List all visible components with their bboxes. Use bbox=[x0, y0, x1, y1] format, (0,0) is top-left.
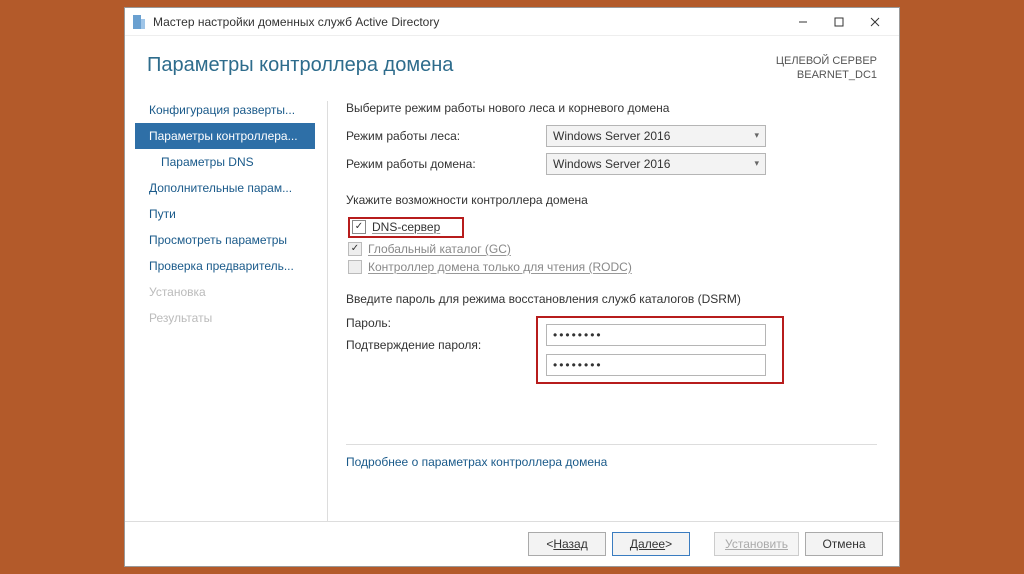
rodc-label: Контроллер домена только для чтения (ROD… bbox=[368, 260, 632, 274]
sidebar-item-prereq[interactable]: Проверка предваритель... bbox=[135, 253, 315, 279]
sidebar-item-additional[interactable]: Дополнительные парам... bbox=[135, 175, 315, 201]
pw-intro: Введите пароль для режима восстановления… bbox=[346, 292, 877, 306]
dns-highlight: DNS-сервер bbox=[348, 217, 464, 238]
next-button[interactable]: Далее > bbox=[612, 532, 690, 556]
sidebar-item-review[interactable]: Просмотреть параметры bbox=[135, 227, 315, 253]
password-confirm-label: Подтверждение пароля: bbox=[346, 338, 546, 352]
close-button[interactable] bbox=[857, 8, 893, 36]
dns-checkbox[interactable] bbox=[352, 220, 366, 234]
rodc-checkbox bbox=[348, 260, 362, 274]
sidebar-item-results: Результаты bbox=[135, 305, 315, 331]
footer: < Назад Далее > Установить Отмена bbox=[125, 521, 899, 566]
gc-label: Глобальный каталог (GC) bbox=[368, 242, 511, 256]
gc-checkbox bbox=[348, 242, 362, 256]
window-title: Мастер настройки доменных служб Active D… bbox=[153, 15, 785, 29]
page-title: Параметры контроллера домена bbox=[147, 54, 453, 77]
password-label: Пароль: bbox=[346, 316, 546, 330]
minimize-button[interactable] bbox=[785, 8, 821, 36]
back-button[interactable]: < Назад bbox=[528, 532, 606, 556]
cancel-button[interactable]: Отмена bbox=[805, 532, 883, 556]
body: Конфигурация разверты... Параметры контр… bbox=[125, 93, 899, 521]
sidebar-item-controller-params[interactable]: Параметры контроллера... bbox=[135, 123, 315, 149]
forest-mode-value: Windows Server 2016 bbox=[553, 129, 670, 143]
target-server-box: ЦЕЛЕВОЙ СЕРВЕР BEARNET_DC1 bbox=[776, 54, 877, 83]
sidebar-item-deployment[interactable]: Конфигурация разверты... bbox=[135, 97, 315, 123]
domain-mode-value: Windows Server 2016 bbox=[553, 157, 670, 171]
target-label: ЦЕЛЕВОЙ СЕРВЕР bbox=[776, 54, 877, 68]
password-input[interactable]: •••••••• bbox=[546, 324, 766, 346]
app-icon bbox=[131, 14, 147, 30]
domain-mode-label: Режим работы домена: bbox=[346, 157, 546, 171]
chevron-down-icon: ▾ bbox=[754, 130, 759, 141]
sidebar-item-install: Установка bbox=[135, 279, 315, 305]
titlebar: Мастер настройки доменных служб Active D… bbox=[125, 8, 899, 36]
mode-intro: Выберите режим работы нового леса и корн… bbox=[346, 101, 877, 115]
maximize-button[interactable] bbox=[821, 8, 857, 36]
wizard-window: Мастер настройки доменных служб Active D… bbox=[124, 7, 900, 567]
more-info-link[interactable]: Подробнее о параметрах контроллера домен… bbox=[346, 455, 877, 469]
sidebar: Конфигурация разверты... Параметры контр… bbox=[135, 93, 315, 521]
cap-intro: Укажите возможности контроллера домена bbox=[346, 193, 877, 207]
forest-mode-select[interactable]: Windows Server 2016 ▾ bbox=[546, 125, 766, 147]
sidebar-item-paths[interactable]: Пути bbox=[135, 201, 315, 227]
forest-mode-label: Режим работы леса: bbox=[346, 129, 546, 143]
sidebar-item-dns-params[interactable]: Параметры DNS bbox=[135, 149, 315, 175]
install-button: Установить bbox=[714, 532, 799, 556]
content: Выберите режим работы нового леса и корн… bbox=[315, 93, 877, 521]
target-server: BEARNET_DC1 bbox=[776, 68, 877, 82]
chevron-down-icon: ▾ bbox=[754, 158, 759, 169]
dns-label: DNS-сервер bbox=[372, 220, 440, 234]
header: Параметры контроллера домена ЦЕЛЕВОЙ СЕР… bbox=[125, 36, 899, 93]
password-confirm-input[interactable]: •••••••• bbox=[546, 354, 766, 376]
domain-mode-select[interactable]: Windows Server 2016 ▾ bbox=[546, 153, 766, 175]
password-highlight: •••••••• •••••••• bbox=[536, 316, 784, 384]
